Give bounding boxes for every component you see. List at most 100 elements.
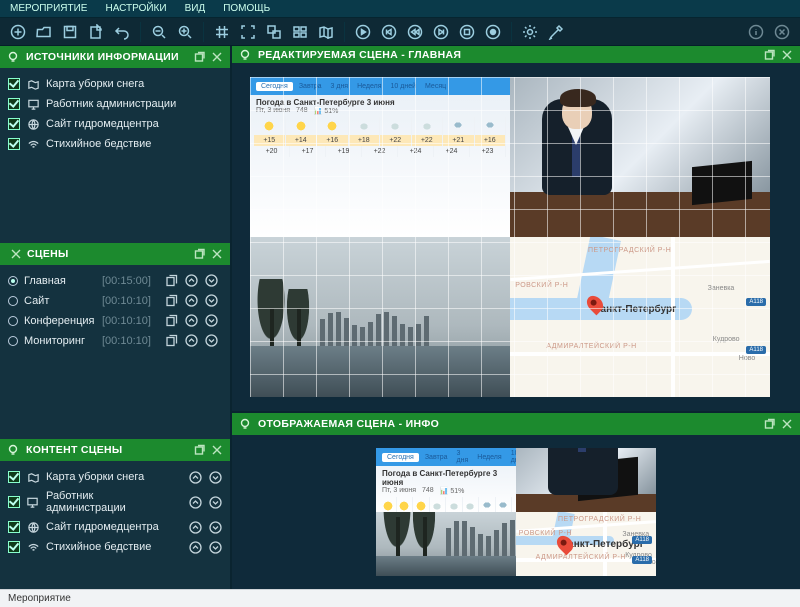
radio-icon[interactable] [8, 336, 18, 346]
person-tile[interactable] [516, 448, 656, 512]
panel-close-icon[interactable] [9, 247, 23, 261]
stop-button[interactable] [455, 21, 479, 43]
source-item[interactable]: Стихийное бедствие [8, 134, 222, 154]
grid-button[interactable] [210, 21, 234, 43]
content-item[interactable]: Работник администрации [8, 487, 222, 517]
new-button[interactable] [6, 21, 30, 43]
viewer-panel-header[interactable]: ОТОБРАЖАЕМАЯ СЦЕНА - ИНФО [232, 413, 800, 435]
menu-help[interactable]: ПОМОЩЬ [223, 3, 270, 14]
rewind-button[interactable] [403, 21, 427, 43]
play-button[interactable] [351, 21, 375, 43]
scene-name: Мониторинг [24, 335, 96, 347]
panel-close-icon[interactable] [210, 247, 224, 261]
fit-button[interactable] [236, 21, 260, 43]
weather-tile[interactable]: СегодняЗавтра3 дняНеделя10 днейМесяц Пог… [376, 448, 516, 512]
down-icon[interactable] [208, 495, 222, 509]
up-icon[interactable] [184, 314, 198, 328]
editor-canvas[interactable]: СегодняЗавтра3 дняНеделя10 днейМесяц Пог… [250, 77, 770, 397]
scenes-panel-header[interactable]: СЦЕНЫ [0, 243, 230, 265]
checkbox-icon[interactable] [8, 98, 20, 110]
panel-close-icon[interactable] [780, 48, 794, 62]
sources-panel-header[interactable]: ИСТОЧНИКИ ИНФОРМАЦИИ [0, 46, 230, 68]
source-item[interactable]: Работник администрации [8, 94, 222, 114]
down-icon[interactable] [204, 274, 218, 288]
map-button[interactable] [314, 21, 338, 43]
up-icon[interactable] [188, 495, 202, 509]
radio-icon[interactable] [8, 316, 18, 326]
next-button[interactable] [429, 21, 453, 43]
radio-icon[interactable] [8, 296, 18, 306]
checkbox-icon[interactable] [8, 521, 20, 533]
scene-item[interactable]: Мониторинг [00:10:10] [8, 331, 222, 351]
content-item[interactable]: Сайт гидромедцентра [8, 517, 222, 537]
layers-button[interactable] [262, 21, 286, 43]
source-label: Стихийное бедствие [46, 138, 151, 150]
scene-item[interactable]: Главная [00:15:00] [8, 271, 222, 291]
down-icon[interactable] [208, 520, 222, 534]
up-icon[interactable] [184, 294, 198, 308]
close-button[interactable] [770, 21, 794, 43]
radio-icon[interactable] [8, 276, 18, 286]
checkbox-icon[interactable] [8, 138, 20, 150]
open-button[interactable] [32, 21, 56, 43]
detach-icon[interactable] [763, 48, 777, 62]
detach-icon[interactable] [193, 247, 207, 261]
record-button[interactable] [481, 21, 505, 43]
city-tile[interactable] [250, 237, 510, 397]
down-icon[interactable] [208, 540, 222, 554]
source-item[interactable]: Карта уборки снега [8, 74, 222, 94]
up-icon[interactable] [188, 470, 202, 484]
undo-button[interactable] [110, 21, 134, 43]
tiles-button[interactable] [288, 21, 312, 43]
content-item[interactable]: Карта уборки снега [8, 467, 222, 487]
down-icon[interactable] [204, 334, 218, 348]
panel-close-icon[interactable] [210, 443, 224, 457]
source-item[interactable]: Сайт гидромедцентра [8, 114, 222, 134]
detach-icon[interactable] [193, 50, 207, 64]
scene-item[interactable]: Конференция [00:10:10] [8, 311, 222, 331]
info-button[interactable] [744, 21, 768, 43]
city-tile[interactable] [376, 512, 516, 576]
tools-button[interactable] [544, 21, 568, 43]
export-button[interactable] [84, 21, 108, 43]
scene-item[interactable]: Сайт [00:10:10] [8, 291, 222, 311]
up-icon[interactable] [188, 520, 202, 534]
save-button[interactable] [58, 21, 82, 43]
up-icon[interactable] [184, 334, 198, 348]
down-icon[interactable] [204, 314, 218, 328]
zoom-out-button[interactable] [147, 21, 171, 43]
content-panel-header[interactable]: КОНТЕНТ СЦЕНЫ [0, 439, 230, 461]
copy-icon[interactable] [164, 274, 178, 288]
globe-icon [26, 117, 40, 131]
checkbox-icon[interactable] [8, 78, 20, 90]
checkbox-icon[interactable] [8, 496, 20, 508]
detach-icon[interactable] [193, 443, 207, 457]
settings-button[interactable] [518, 21, 542, 43]
menu-settings[interactable]: НАСТРОЙКИ [105, 3, 166, 14]
copy-icon[interactable] [164, 294, 178, 308]
menu-view[interactable]: ВИД [185, 3, 206, 14]
editor-canvas-area[interactable]: СегодняЗавтра3 дняНеделя10 днейМесяц Пог… [232, 63, 800, 411]
down-icon[interactable] [208, 470, 222, 484]
down-icon[interactable] [204, 294, 218, 308]
detach-icon[interactable] [763, 417, 777, 431]
prev-button[interactable] [377, 21, 401, 43]
weather-tile[interactable]: СегодняЗавтра3 дняНеделя10 днейМесяц Пог… [250, 77, 510, 237]
zoom-in-button[interactable] [173, 21, 197, 43]
up-icon[interactable] [184, 274, 198, 288]
editor-panel-header[interactable]: РЕДАКТИРУЕМАЯ СЦЕНА - ГЛАВНАЯ [232, 46, 800, 63]
checkbox-icon[interactable] [8, 471, 20, 483]
up-icon[interactable] [188, 540, 202, 554]
checkbox-icon[interactable] [8, 541, 20, 553]
map-icon [26, 470, 40, 484]
menu-event[interactable]: МЕРОПРИЯТИЕ [10, 3, 87, 14]
copy-icon[interactable] [164, 314, 178, 328]
copy-icon[interactable] [164, 334, 178, 348]
checkbox-icon[interactable] [8, 118, 20, 130]
panel-close-icon[interactable] [210, 50, 224, 64]
content-item[interactable]: Стихийное бедствие [8, 537, 222, 557]
person-tile[interactable] [510, 77, 770, 237]
panel-close-icon[interactable] [780, 417, 794, 431]
map-tile[interactable]: ПЕТРОГРАДСКИЙ Р-Н РОВСКИЙ Р-Н АДМИРАЛТЕЙ… [516, 512, 656, 576]
map-tile[interactable]: ПЕТРОГРАДСКИЙ Р-Н РОВСКИЙ Р-Н АДМИРАЛТЕЙ… [510, 237, 770, 397]
